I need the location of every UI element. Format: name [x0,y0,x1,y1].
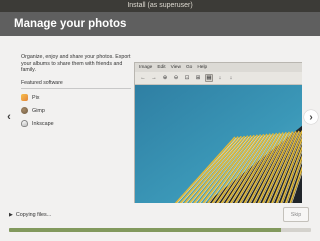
zoom-fit-icon: ⊡ [184,75,190,81]
previous-slide-button[interactable]: ‹ [2,110,16,124]
pix-icon [21,94,28,102]
zoom-in-icon: ⊕ [162,75,168,81]
install-footer: ▶ Copying files... Skip [0,203,320,241]
window-title: Install (as superuser) [127,2,193,9]
slide-header: Manage your photos [0,12,320,36]
app-name: Gimp [32,107,45,114]
slideshow: ‹ Organize, enjoy and share your photos.… [0,36,320,203]
photo-preview [135,85,302,203]
app-name: Pix [32,94,40,101]
app-item-inkscape: Inkscape [21,120,131,128]
back-arrow-icon: ← [140,75,146,81]
grid-view-icon: ▦ [205,74,213,82]
app-screenshot: Image Edit View Go Help ← → ⊕ ⊖ ⊡ ⊞ ▦ ↓ … [134,62,302,203]
menu-help: Help [197,65,208,70]
rotate-icon: ↓ [218,75,222,81]
slide-description: Organize, enjoy and share your photos. E… [21,54,131,74]
gimp-icon [21,107,28,115]
featured-software-label: Featured software [21,80,131,89]
app-item-gimp: Gimp [21,107,131,115]
chevron-right-icon: › [309,111,313,123]
status-text: Copying files... [15,212,52,218]
flip-icon: ↓ [229,75,233,81]
skip-button[interactable]: Skip [283,207,309,222]
menu-edit: Edit [157,65,166,70]
photo-image [135,85,302,203]
slide-text: Organize, enjoy and share your photos. E… [21,54,131,128]
title-bar: Install (as superuser) [0,0,320,12]
slide-title: Manage your photos [14,18,127,30]
forward-arrow-icon: → [151,75,157,81]
screenshot-menubar: Image Edit View Go Help [135,63,302,72]
zoom-out-icon: ⊖ [173,75,179,81]
progress-fill [9,228,281,232]
chevron-left-icon: ‹ [7,111,11,123]
menu-go: Go [185,65,193,70]
install-status[interactable]: ▶ Copying files... [9,212,51,218]
app-item-pix: Pix [21,94,131,102]
menu-image: Image [139,65,153,70]
next-slide-button[interactable]: › [304,110,318,124]
zoom-original-icon: ⊞ [195,75,201,81]
app-name: Inkscape [32,120,54,127]
inkscape-icon [21,120,28,128]
menu-view: View [170,65,181,70]
screenshot-toolbar: ← → ⊕ ⊖ ⊡ ⊞ ▦ ↓ ↓ [135,72,302,85]
expand-arrow-icon[interactable]: ▶ [9,212,13,218]
install-progress-bar [9,228,311,232]
